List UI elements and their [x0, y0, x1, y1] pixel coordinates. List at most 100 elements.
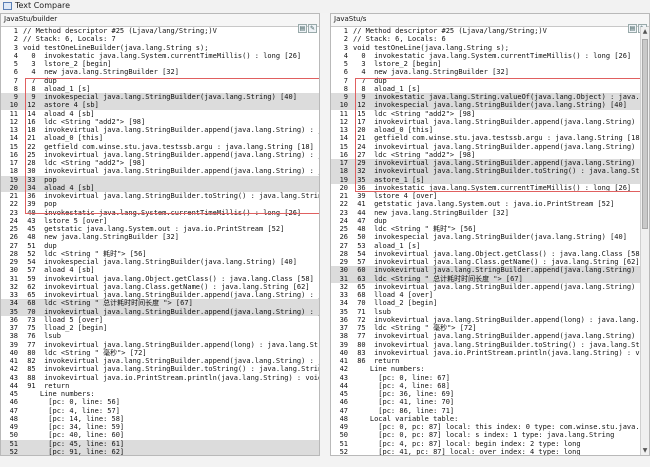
code-text: 9 invokestatic java.lang.String.valueOf(…: [353, 93, 640, 101]
code-text: 35 astore_1 [s]: [353, 175, 425, 184]
code-text: 32 invokevirtual java.lang.StringBuilder…: [353, 167, 640, 176]
right-pane: JavaStu/s ▤✎ 1 // Method descriptor #25 (…: [330, 13, 650, 456]
code-text: 77 invokevirtual java.lang.StringBuilder…: [353, 332, 640, 341]
code-line: 31 59 invokevirtual java.lang.Object.get…: [1, 275, 319, 283]
window-title: Text Compare: [15, 1, 71, 10]
code-line: 38 77 invokevirtual java.lang.StringBuil…: [331, 332, 640, 340]
line-number: 8: [13, 84, 18, 93]
code-text: 51 dup: [23, 241, 57, 250]
code-text: 7 dup: [23, 76, 57, 85]
code-text: 36 invokestatic java.lang.System.current…: [353, 183, 632, 192]
code-line: 7 7 dup: [331, 77, 640, 85]
right-pane-header: JavaStu/s ▤✎: [331, 14, 649, 33]
line-number: 41: [339, 357, 348, 365]
line-number: 52: [9, 447, 18, 456]
code-line: 32 65 invokevirtual java.lang.StringBuil…: [331, 283, 640, 291]
scrollbar-thumb[interactable]: [642, 39, 648, 229]
code-line: 2 // Stack: 6, Locals: 6: [331, 35, 640, 43]
line-number: 2: [343, 35, 348, 44]
code-text: 33 pop: [23, 175, 57, 184]
code-text: [pc: 0, pc: 87] local: this index: 0 typ…: [353, 423, 640, 431]
line-number: 19: [9, 175, 18, 184]
code-text: 36 invokevirtual java.lang.StringBuilder…: [23, 192, 319, 200]
line-number: 13: [9, 126, 18, 134]
code-text: 47 dup: [353, 216, 387, 225]
line-number: 16: [9, 150, 18, 159]
code-text: [pc: 0, pc: 87] local: s index: 1 type: …: [353, 431, 615, 440]
code-text: [pc: 4, line: 57]: [23, 406, 120, 415]
right-vertical-scrollbar[interactable]: ▲ ▼: [640, 27, 649, 455]
line-number: 1: [343, 27, 348, 35]
code-line: 51 [pc: 4, pc: 87] local: begin index: 2…: [331, 440, 640, 448]
line-number: 52: [339, 447, 348, 456]
line-number: 42: [9, 365, 18, 374]
line-number: 25: [339, 225, 348, 233]
line-number: 30: [9, 266, 18, 275]
line-number: 7: [13, 76, 18, 85]
code-line: 36 73 lload 5 [over]: [1, 316, 319, 324]
window-title-bar: Text Compare: [0, 0, 650, 14]
line-number: 12: [339, 117, 348, 126]
code-text: 15 ldc <String "add2"> [98]: [353, 109, 476, 118]
line-number: 10: [9, 101, 18, 110]
line-number: 38: [339, 332, 348, 341]
code-line: 17 29 invokevirtual java.lang.StringBuil…: [331, 159, 640, 168]
code-text: 28 ldc <String "add2"> [98]: [23, 159, 146, 167]
code-text: 21 aload_0 [this]: [23, 134, 104, 143]
code-line: 24 43 lstore 5 [over]: [1, 217, 319, 225]
code-text: [pc: 34, line: 59]: [23, 423, 125, 431]
line-number: 47: [339, 406, 348, 415]
code-text: 50 invokespecial java.lang.StringBuilder…: [353, 233, 627, 242]
right-code-view[interactable]: 1 // Method descriptor #25 (Ljava/lang/St…: [331, 27, 640, 455]
code-text: 22 getfield com.winse.stu.java.testssb.a…: [23, 142, 314, 151]
line-number: 33: [9, 291, 18, 299]
code-line: 45 Line numbers:: [1, 390, 319, 398]
code-line: 40 83 invokevirtual java.io.PrintStream.…: [331, 349, 640, 357]
code-text: [pc: 0, line: 56]: [23, 398, 120, 407]
line-number: 27: [9, 241, 18, 250]
left-pane: JavaStu/builder ▤ ✎ 1 // Method descriptor…: [0, 13, 320, 456]
code-text: 3 lstore_2 [begin]: [353, 60, 442, 68]
code-line: 15 22 getfield com.winse.stu.java.testss…: [1, 143, 319, 151]
code-line: 45 [pc: 36, line: 69]: [331, 390, 640, 398]
code-line: 21 36 invokevirtual java.lang.StringBuil…: [1, 192, 319, 200]
code-text: // Stack: 6, Locals: 7: [23, 35, 116, 44]
code-text: 75 ldc <String " 毫秒"> [72]: [353, 324, 477, 332]
left-pane-header: JavaStu/builder ▤ ✎: [1, 14, 319, 33]
code-text: 14 aload 4 [sb]: [23, 109, 95, 118]
code-line: 22 41 getstatic java.lang.System.out : j…: [331, 200, 640, 208]
code-text: 65 invokevirtual java.lang.StringBuilder…: [23, 291, 319, 299]
line-number: 16: [339, 150, 348, 159]
code-text: // Method descriptor #25 (Ljava/lang/Str…: [353, 27, 547, 35]
line-number: 45: [9, 390, 18, 398]
code-line: 4 0 invokestatic java.lang.System.curren…: [1, 52, 319, 60]
line-number: 28: [339, 249, 348, 258]
line-number: 30: [339, 266, 348, 275]
code-line: 39 77 invokevirtual java.lang.StringBuil…: [1, 341, 319, 349]
code-text: 44 new java.lang.StringBuilder [32]: [353, 208, 509, 217]
line-number: 20: [339, 183, 348, 192]
code-text: 57 invokevirtual java.lang.Class.getName…: [353, 258, 640, 266]
code-line: 46 [pc: 0, line: 56]: [1, 398, 319, 406]
code-line: 44 [pc: 4, line: 68]: [331, 382, 640, 390]
code-text: 30 invokevirtual java.lang.StringBuilder…: [23, 167, 319, 176]
scroll-down-icon[interactable]: ▼: [641, 446, 649, 455]
line-number: 29: [9, 258, 18, 266]
line-number: 39: [339, 340, 348, 349]
scroll-up-icon[interactable]: ▲: [641, 27, 649, 36]
code-line: 35 70 invokevirtual java.lang.StringBuil…: [1, 307, 319, 316]
code-text: Local variable table:: [353, 414, 459, 423]
line-number: 45: [339, 390, 348, 398]
code-text: 34 aload 4 [sb]: [23, 183, 95, 192]
code-line: 16 27 ldc <String "add2"> [98]: [331, 151, 640, 159]
line-number: 44: [9, 381, 18, 390]
code-line: 19 33 pop: [1, 175, 319, 184]
code-text: 54 invokevirtual java.lang.Object.getCla…: [353, 249, 640, 258]
code-text: 17 invokevirtual java.lang.StringBuilder…: [353, 117, 640, 126]
code-line: 43 [pc: 0, line: 67]: [331, 374, 640, 382]
code-line: 27 53 aload_1 [s]: [331, 242, 640, 250]
code-line: 6 4 new java.lang.StringBuilder [32]: [331, 68, 640, 76]
line-number: 37: [9, 324, 18, 332]
left-code-view[interactable]: 1 // Method descriptor #25 (Ljava/lang/St…: [1, 27, 319, 455]
code-line: 3 void testOneLineBuilder(java.lang.Strin…: [1, 44, 319, 52]
